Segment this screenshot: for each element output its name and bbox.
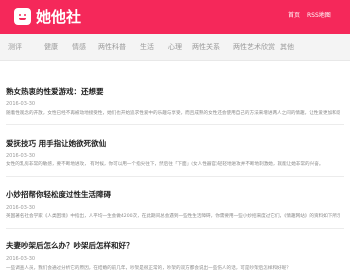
- nav-item-art[interactable]: 两性艺术欣赏: [233, 42, 275, 53]
- nav-item-sex-science[interactable]: 两性科普: [98, 42, 126, 53]
- home-link[interactable]: 首页: [288, 11, 300, 21]
- article-title[interactable]: 夫妻吵架后怎么办？吵架后怎样和好？: [6, 240, 340, 251]
- category-nav: 测评 健康 情感 两性科普 生活 心理 两性关系 两性艺术欣赏 其他: [0, 34, 350, 61]
- article-item: 熟女热衷的性爱游戏：还想要 2016-03-30 随着性观念的开放，女性已经不再…: [6, 86, 340, 116]
- nav-item-review[interactable]: 测评: [8, 42, 22, 53]
- site-name[interactable]: 她他社: [36, 6, 81, 28]
- article-item: 爱抚技巧 用手指让她欲死欲仙 2016-03-30 女性的乳房非常的敏感，要不断…: [6, 138, 340, 167]
- nav-item-relationships[interactable]: 两性关系: [192, 42, 220, 53]
- article-title[interactable]: 小妙招帮你轻松度过性生活障碍: [6, 189, 340, 200]
- article-summary: 一些调查人员，我们会通过分析它的原因，在结婚的前几年，吵架是很正常的，吵架的双方…: [6, 266, 291, 271]
- divider: [6, 124, 344, 125]
- article-title[interactable]: 爱抚技巧 用手指让她欲死欲仙: [6, 138, 340, 149]
- nav-item-health[interactable]: 健康: [44, 42, 58, 53]
- article-summary: 随着性观念的开放，女性已经不再被动地接受性，她们也开始追求性爱中的乐趣与享受，而…: [6, 111, 340, 116]
- smile-bag-icon[interactable]: [14, 8, 31, 25]
- article-item: 小妙招帮你轻松度过性生活障碍 2016-03-30 英国著名社会学家《人类困境》…: [6, 189, 340, 219]
- article-date: 2016-03-30: [6, 205, 36, 211]
- divider: [6, 176, 344, 177]
- article-date: 2016-03-30: [6, 101, 36, 107]
- article-title[interactable]: 熟女热衷的性爱游戏：还想要: [6, 86, 340, 97]
- site-header: 她他社 首页 RSS地图: [0, 0, 350, 34]
- article-summary: 女性的乳房非常的敏感，要不断地进攻， 有时候，你可以用一个指尖往下，然后往「下面…: [6, 162, 324, 167]
- nav-item-other[interactable]: 其他: [280, 42, 294, 53]
- nav-item-life[interactable]: 生活: [140, 42, 154, 53]
- divider: [6, 228, 344, 229]
- nav-item-psychology[interactable]: 心理: [168, 42, 182, 53]
- nav-item-emotion[interactable]: 情感: [72, 42, 86, 53]
- article-date: 2016-03-30: [6, 153, 36, 159]
- article-summary: 英国著名社会学家《人类困境》中指出，人平均一生会做4200次，在此期间总会遇到一…: [6, 214, 340, 219]
- article-date: 2016-03-30: [6, 256, 36, 262]
- article-item: 夫妻吵架后怎么办？吵架后怎样和好？ 2016-03-30 一些调查人员，我们会通…: [6, 240, 340, 271]
- rss-map-link[interactable]: RSS地图: [307, 11, 331, 21]
